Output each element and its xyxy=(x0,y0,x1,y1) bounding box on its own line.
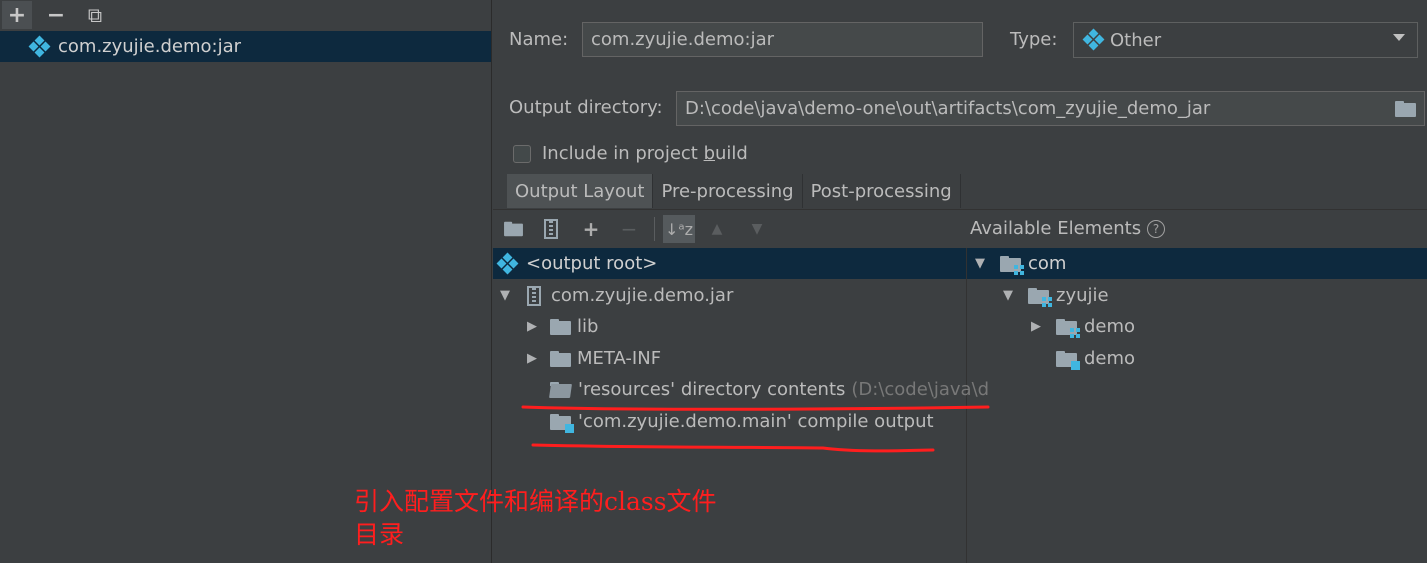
add-artifact-button[interactable]: + xyxy=(2,1,32,29)
tree-item-label: zyujie xyxy=(1056,285,1109,306)
create-archive-button[interactable] xyxy=(538,215,564,243)
tree-item-output-root[interactable]: <output root> xyxy=(496,248,658,279)
tree-item-lib[interactable]: ▶ lib xyxy=(524,311,598,342)
expanded-arrow-icon[interactable]: ▼ xyxy=(497,288,513,303)
include-in-build-checkbox[interactable] xyxy=(513,144,531,163)
artifact-diamond-icon xyxy=(28,35,51,57)
annotation-note: 引入配置文件和编译的class文件 目录 xyxy=(354,485,717,551)
package-folder-icon xyxy=(1028,287,1052,307)
name-label: Name: xyxy=(509,29,569,50)
available-item-zyujie[interactable]: ▼ zyujie xyxy=(1000,280,1109,311)
name-input[interactable]: com.zyujie.demo:jar xyxy=(582,22,983,57)
tabs-divider xyxy=(493,209,1427,210)
new-folder-icon xyxy=(503,221,523,237)
expanded-arrow-icon[interactable]: ▼ xyxy=(972,256,988,271)
include-label-part: uild xyxy=(715,143,748,164)
available-item-demo-module[interactable]: demo xyxy=(1056,343,1135,374)
arrow-up-icon: ▲ xyxy=(711,221,723,237)
annotation-underline-compile-output xyxy=(531,443,935,453)
jar-icon xyxy=(527,285,541,306)
folder-icon xyxy=(550,350,571,367)
collapsed-arrow-icon[interactable]: ▶ xyxy=(524,319,540,334)
plus-icon: + xyxy=(582,217,600,241)
available-elements-header: Available Elements ? xyxy=(970,218,1166,239)
available-elements-label: Available Elements xyxy=(970,218,1142,239)
artifact-tabs: Output Layout Pre-processing Post-proces… xyxy=(507,174,961,208)
type-label: Type: xyxy=(1010,29,1058,50)
annotation-underline-resources xyxy=(521,405,990,411)
move-up-button[interactable]: ▲ xyxy=(704,215,730,243)
jar-icon xyxy=(544,219,558,239)
available-item-demo-package[interactable]: ▶ demo xyxy=(1028,311,1135,342)
plus-icon: + xyxy=(7,2,27,28)
remove-artifact-button[interactable]: − xyxy=(41,1,71,29)
other-type-diamond-icon xyxy=(1082,28,1105,51)
collapsed-arrow-icon[interactable]: ▶ xyxy=(1028,319,1044,334)
include-in-build-option[interactable]: Include in project build xyxy=(513,143,748,164)
tree-item-meta-inf[interactable]: ▶ META-INF xyxy=(524,343,661,374)
expanded-arrow-icon[interactable]: ▼ xyxy=(1000,288,1016,303)
collapsed-arrow-icon[interactable]: ▶ xyxy=(524,351,540,366)
chevron-down-icon xyxy=(1393,34,1405,41)
artifacts-list-panel: + − ⧉ com.zyujie.demo:jar xyxy=(0,0,492,563)
tree-item-label: <output root> xyxy=(526,253,658,274)
browse-folder-icon[interactable] xyxy=(1395,101,1416,117)
tree-item-jar[interactable]: ▼ com.zyujie.demo.jar xyxy=(497,280,733,311)
copy-icon: ⧉ xyxy=(87,3,103,27)
copy-artifact-button[interactable]: ⧉ xyxy=(80,1,110,29)
tab-pre-processing[interactable]: Pre-processing xyxy=(653,174,803,208)
package-folder-icon xyxy=(1056,318,1080,338)
artifact-list-item[interactable]: com.zyujie.demo:jar xyxy=(0,31,491,62)
tree-item-label: demo xyxy=(1084,348,1136,369)
add-element-button[interactable]: + xyxy=(578,215,604,243)
minus-icon: − xyxy=(46,2,66,28)
tree-item-label: META-INF xyxy=(577,348,662,369)
tab-output-layout[interactable]: Output Layout xyxy=(507,174,654,208)
type-select-value: Other xyxy=(1110,29,1162,51)
name-input-value: com.zyujie.demo:jar xyxy=(591,29,775,50)
help-icon[interactable]: ? xyxy=(1147,219,1166,238)
tree-item-label: demo xyxy=(1084,316,1136,337)
arrow-down-icon: ▼ xyxy=(751,221,763,237)
include-label-part: Include in project xyxy=(542,143,704,164)
tree-item-label: com.zyujie.demo.jar xyxy=(551,285,734,306)
sort-elements-button[interactable]: ↓ᵃz xyxy=(663,215,695,243)
annotation-underlines xyxy=(521,405,990,453)
remove-element-button[interactable]: − xyxy=(616,215,642,243)
artifact-list-item-label: com.zyujie.demo:jar xyxy=(58,36,242,57)
annotation-line-1: 引入配置文件和编译的class文件 xyxy=(354,487,717,516)
output-directory-value: D:\code\java\demo-one\out\artifacts\com_… xyxy=(685,98,1211,119)
move-down-button[interactable]: ▼ xyxy=(744,215,770,243)
minus-icon: − xyxy=(620,217,638,241)
folder-icon xyxy=(550,318,571,335)
annotation-line-2: 目录 xyxy=(354,520,405,549)
available-item-com[interactable]: ▼ com xyxy=(972,248,1066,279)
tree-item-label: com xyxy=(1028,253,1067,274)
tree-item-label: lib xyxy=(577,316,599,337)
include-label-mnemonic: b xyxy=(703,143,716,164)
output-directory-label: Output directory: xyxy=(509,97,663,118)
create-directory-button[interactable] xyxy=(500,215,526,243)
module-folder-icon xyxy=(1056,350,1080,370)
output-directory-input[interactable]: D:\code\java\demo-one\out\artifacts\com_… xyxy=(676,91,1425,126)
include-in-build-label: Include in project build xyxy=(542,143,748,164)
sort-alphabetically-icon: ↓ᵃz xyxy=(664,219,694,239)
type-select[interactable]: Other xyxy=(1073,22,1418,58)
tab-post-processing[interactable]: Post-processing xyxy=(803,174,961,208)
artifact-diamond-icon xyxy=(496,252,519,274)
package-folder-icon xyxy=(1000,255,1024,275)
toolbar-separator xyxy=(654,217,655,241)
artifacts-toolbar: + − ⧉ xyxy=(0,0,491,30)
